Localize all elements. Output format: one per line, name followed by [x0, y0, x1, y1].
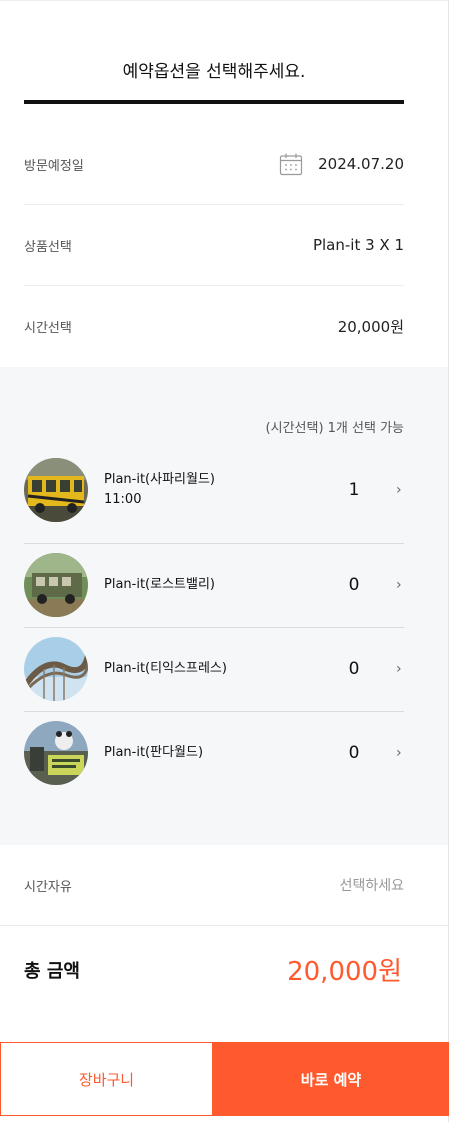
item-quantity: 0 — [348, 575, 360, 595]
item-quantity: 0 — [348, 743, 360, 763]
cart-button[interactable]: 장바구니 — [0, 1042, 213, 1116]
free-time-label: 시간자유 — [24, 879, 72, 895]
page-title: 예약옵션을 선택해주세요. — [122, 62, 306, 82]
chevron-right-icon[interactable]: › — [396, 577, 402, 593]
total-amount: 20,000원 — [287, 957, 402, 987]
title-underline — [24, 100, 404, 104]
list-item[interactable]: Plan-it(사파리월드) 11:00 1 › — [24, 448, 404, 532]
free-time-row[interactable]: 시간자유 선택하세요 — [24, 845, 404, 925]
calendar-icon[interactable] — [279, 152, 303, 176]
selection-note: (시간선택) 1개 선택 가능 — [265, 421, 404, 436]
visit-date-value: 2024.07.20 — [318, 155, 404, 173]
lost-valley-thumbnail — [24, 553, 88, 617]
chevron-right-icon[interactable]: › — [396, 661, 402, 677]
panda-world-thumbnail — [24, 721, 88, 785]
item-name: Plan-it(로스트밸리) — [104, 577, 216, 592]
list-item[interactable]: Plan-it(티익스프레스) 0 › — [24, 627, 404, 711]
item-name: Plan-it(판다월드) — [104, 745, 204, 760]
book-now-button[interactable]: 바로 예약 — [213, 1042, 449, 1116]
free-time-select[interactable]: 선택하세요 — [340, 875, 404, 895]
product-row[interactable]: 상품선택 Plan-it 3 X 1 — [24, 205, 404, 285]
total-label: 총 금액 — [24, 961, 80, 982]
time-label: 시간선택 — [24, 320, 72, 336]
visit-date-row[interactable]: 방문예정일 2024.07.20 — [24, 124, 404, 204]
item-time: 11:00 — [104, 492, 142, 507]
divider — [0, 925, 448, 926]
product-label: 상품선택 — [24, 239, 72, 255]
time-value: 20,000원 — [337, 317, 404, 336]
item-name: Plan-it(사파리월드) — [104, 472, 216, 487]
product-value: Plan-it 3 X 1 — [312, 236, 404, 254]
t-express-thumbnail — [24, 637, 88, 701]
chevron-right-icon[interactable]: › — [396, 745, 402, 761]
reservation-options-panel: 예약옵션을 선택해주세요. 방문예정일 2024.07.20 상품선택 Plan… — [0, 0, 449, 1122]
safari-world-thumbnail — [24, 458, 88, 522]
item-quantity: 0 — [348, 659, 360, 679]
visit-date-label: 방문예정일 — [24, 158, 84, 174]
item-quantity: 1 — [348, 480, 360, 500]
chevron-right-icon[interactable]: › — [396, 482, 402, 498]
list-item[interactable]: Plan-it(로스트밸리) 0 › — [24, 543, 404, 627]
time-row[interactable]: 시간선택 20,000원 — [24, 286, 404, 366]
item-name: Plan-it(티익스프레스) — [104, 661, 227, 676]
list-item[interactable]: Plan-it(판다월드) 0 › — [24, 711, 404, 795]
